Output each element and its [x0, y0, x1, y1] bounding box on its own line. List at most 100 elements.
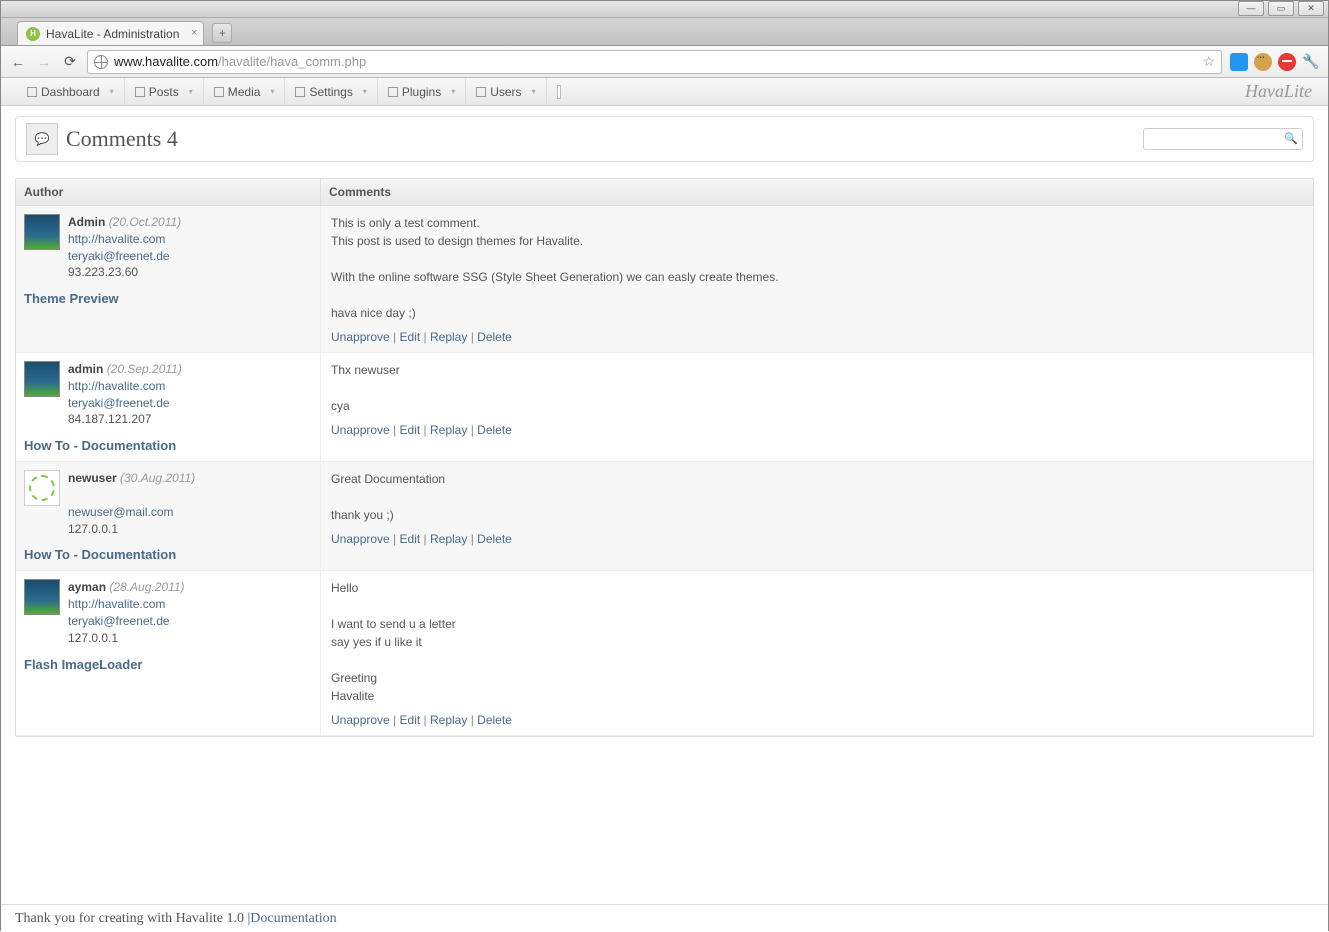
author-email[interactable]: teryaki@freenet.de — [68, 249, 170, 263]
url-path: /havalite/hava_comm.php — [218, 54, 366, 69]
comments-icon: 💬 — [26, 123, 58, 155]
header-author: Author — [16, 179, 321, 205]
comment-actions: Unapprove | Edit | Replay | Delete — [331, 330, 1303, 344]
nav-extra-button[interactable] — [547, 78, 571, 106]
action-replay[interactable]: Replay — [430, 423, 467, 437]
nav-label: Dashboard — [41, 85, 100, 99]
footer-text: Thank you for creating with Havalite 1.0… — [15, 911, 250, 927]
action-delete[interactable]: Delete — [477, 532, 512, 546]
document-icon — [557, 85, 561, 99]
nav-icon — [295, 87, 305, 97]
bookmark-star-icon[interactable]: ☆ — [1202, 53, 1215, 70]
comments-table: Author Comments Admin (20.Oct.2011)http:… — [15, 178, 1314, 737]
wrench-icon[interactable]: 🔧 — [1302, 53, 1320, 71]
maximize-button[interactable]: ▭ — [1268, 1, 1294, 16]
avatar — [24, 361, 60, 397]
tab-title: HavaLite - Administration — [46, 27, 179, 41]
nav-item-users[interactable]: Users▾ — [466, 78, 546, 106]
footer-doc-link[interactable]: Documentation — [250, 911, 336, 927]
reload-button[interactable]: ⟳ — [61, 53, 79, 71]
nav-item-media[interactable]: Media ▾ — [204, 78, 286, 106]
post-link[interactable]: How To - Documentation — [24, 438, 312, 453]
header-comments: Comments — [321, 179, 1313, 205]
close-window-button[interactable]: ✕ — [1298, 1, 1324, 16]
author-date: (28.Aug.2011) — [109, 580, 184, 594]
nav-icon — [476, 87, 486, 97]
new-tab-button[interactable]: + — [212, 23, 232, 43]
author-date: (20.Oct.2011) — [109, 215, 181, 229]
footer: Thank you for creating with Havalite 1.0… — [1, 904, 1328, 932]
back-button[interactable]: ← — [9, 53, 27, 71]
browser-navbar: ← → ⟳ www.havalite.com/havalite/hava_com… — [1, 46, 1328, 78]
table-row: admin (20.Sep.2011)http://havalite.comte… — [16, 353, 1313, 462]
author-email[interactable]: teryaki@freenet.de — [68, 396, 170, 410]
action-replay[interactable]: Replay — [430, 532, 467, 546]
action-unapprove[interactable]: Unapprove — [331, 713, 390, 727]
avatar — [24, 470, 60, 506]
action-unapprove[interactable]: Unapprove — [331, 532, 390, 546]
adblock-extension-icon[interactable] — [1278, 53, 1296, 71]
author-email[interactable]: newuser@mail.com — [68, 505, 174, 519]
action-replay[interactable]: Replay — [430, 330, 467, 344]
action-unapprove[interactable]: Unapprove — [331, 330, 390, 344]
action-unapprove[interactable]: Unapprove — [331, 423, 390, 437]
author-url[interactable]: http://havalite.com — [68, 232, 165, 246]
window-frame: — ▭ ✕ H HavaLite - Administration × + ← … — [0, 0, 1329, 931]
browser-tab[interactable]: H HavaLite - Administration × — [17, 21, 204, 45]
action-delete[interactable]: Delete — [477, 330, 512, 344]
action-edit[interactable]: Edit — [400, 330, 421, 344]
nav-icon — [214, 87, 224, 97]
post-link[interactable]: Flash ImageLoader — [24, 657, 312, 672]
chevron-down-icon: ▾ — [270, 87, 274, 96]
favicon-icon: H — [26, 27, 40, 41]
nav-label: Settings — [309, 85, 352, 99]
nav-item-plugins[interactable]: Plugins▾ — [378, 78, 466, 106]
browser-tabbar: H HavaLite - Administration × + — [1, 18, 1328, 46]
close-tab-icon[interactable]: × — [191, 27, 197, 39]
page-header: 💬 Comments 4 🔍 — [15, 116, 1314, 162]
minimize-button[interactable]: — — [1238, 1, 1264, 16]
nav-item-settings[interactable]: Settings ▾ — [285, 78, 377, 106]
table-header: Author Comments — [16, 179, 1313, 206]
url-bar[interactable]: www.havalite.com/havalite/hava_comm.php … — [87, 50, 1222, 74]
post-link[interactable]: Theme Preview — [24, 291, 312, 306]
action-delete[interactable]: Delete — [477, 423, 512, 437]
action-edit[interactable]: Edit — [400, 532, 421, 546]
action-delete[interactable]: Delete — [477, 713, 512, 727]
author-ip: 93.223.23.60 — [68, 264, 181, 281]
avatar — [24, 579, 60, 615]
action-replay[interactable]: Replay — [430, 713, 467, 727]
nav-label: Users — [490, 85, 521, 99]
author-name: ayman — [68, 580, 106, 594]
table-row: newuser (30.Aug.2011) newuser@mail.com12… — [16, 462, 1313, 571]
nav-label: Media — [228, 85, 261, 99]
chevron-down-icon: ▾ — [363, 87, 367, 96]
cookie-extension-icon[interactable] — [1254, 53, 1272, 71]
comment-actions: Unapprove | Edit | Replay | Delete — [331, 532, 1303, 546]
nav-icon — [27, 87, 37, 97]
author-url[interactable]: http://havalite.com — [68, 597, 165, 611]
action-edit[interactable]: Edit — [400, 713, 421, 727]
comment-body: Hello I want to send u a letter say yes … — [331, 579, 1303, 705]
author-url[interactable]: http://havalite.com — [68, 379, 165, 393]
nav-label: Posts — [149, 85, 179, 99]
page-content: Dashboard▾Posts▾Media▾Settings▾Plugins▾U… — [1, 78, 1328, 932]
search-input[interactable] — [1143, 128, 1303, 150]
search-icon[interactable]: 🔍 — [1284, 132, 1298, 145]
nav-icon — [135, 87, 145, 97]
chevron-down-icon: ▾ — [189, 87, 193, 96]
comment-actions: Unapprove | Edit | Replay | Delete — [331, 423, 1303, 437]
author-email[interactable]: teryaki@freenet.de — [68, 614, 170, 628]
comment-body: This is only a test comment. This post i… — [331, 214, 1303, 322]
avatar — [24, 214, 60, 250]
comment-actions: Unapprove | Edit | Replay | Delete — [331, 713, 1303, 727]
nav-item-dashboard[interactable]: Dashboard▾ — [17, 78, 125, 106]
brand-label: HavaLite — [1245, 81, 1312, 102]
extension-icon[interactable] — [1230, 53, 1248, 71]
post-link[interactable]: How To - Documentation — [24, 547, 312, 562]
forward-button: → — [35, 53, 53, 71]
action-edit[interactable]: Edit — [400, 423, 421, 437]
nav-item-posts[interactable]: Posts ▾ — [125, 78, 204, 106]
author-name: newuser — [68, 471, 117, 485]
comment-body: Thx newuser cya — [331, 361, 1303, 415]
